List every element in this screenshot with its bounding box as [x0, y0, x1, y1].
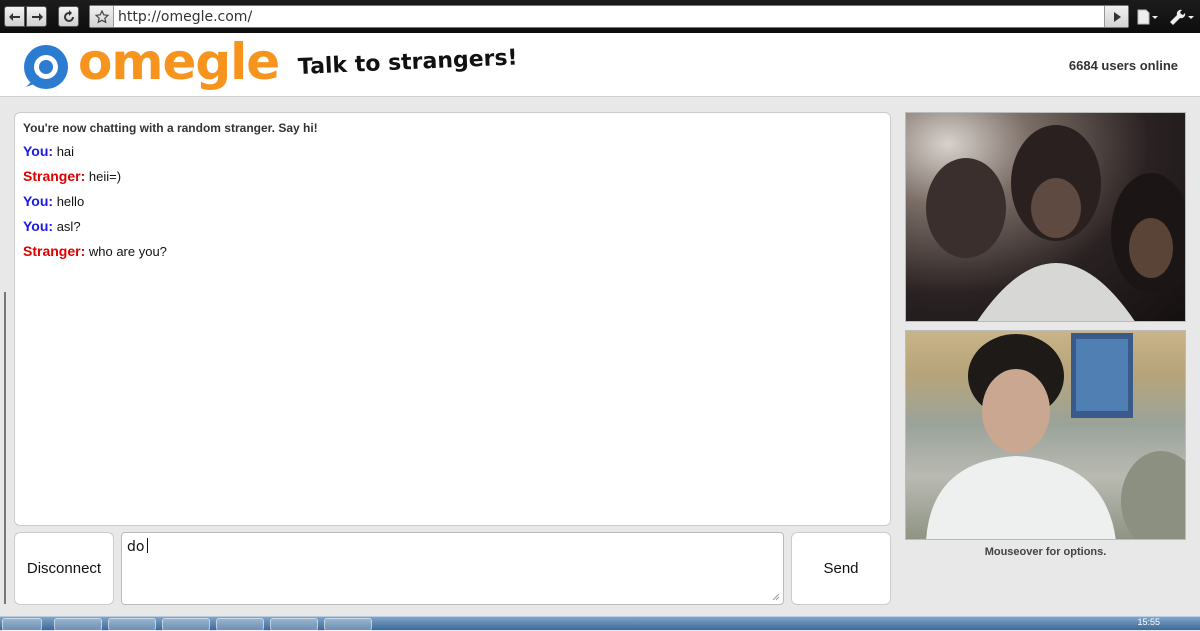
- taskbar-clock[interactable]: 15:55: [1137, 617, 1160, 627]
- go-icon: [1113, 11, 1121, 22]
- reload-button[interactable]: [58, 6, 79, 27]
- message-input[interactable]: do: [121, 532, 784, 605]
- start-button[interactable]: [2, 618, 42, 631]
- back-icon: [8, 12, 20, 21]
- go-button[interactable]: [1104, 6, 1128, 27]
- page-icon: [1137, 9, 1158, 24]
- address-bar[interactable]: http://omegle.com/: [89, 5, 1129, 28]
- text-caret: [147, 538, 149, 553]
- forward-button[interactable]: [26, 6, 47, 27]
- taskbar-item-ie[interactable]: [54, 618, 102, 631]
- stranger-video-image: [926, 125, 1185, 321]
- speaker-label: Stranger:: [23, 168, 86, 184]
- your-video[interactable]: [905, 330, 1186, 540]
- taskbar-item-messenger[interactable]: [270, 618, 318, 631]
- url-text[interactable]: http://omegle.com/: [118, 9, 252, 25]
- send-button[interactable]: Send: [791, 532, 891, 605]
- message-text: heii=): [88, 169, 122, 184]
- taskbar-item-explorer[interactable]: [108, 618, 156, 631]
- page-menu-button[interactable]: [1135, 6, 1159, 27]
- chat-message: Stranger: heii=): [23, 168, 882, 185]
- speaker-label: You:: [23, 218, 54, 234]
- reload-icon: [63, 9, 74, 22]
- chat-message: You: asl?: [23, 218, 882, 235]
- wrench-icon: [1170, 9, 1194, 25]
- omegle-logo-text[interactable]: omegle: [78, 33, 280, 91]
- taskbar-item-clock-app[interactable]: [162, 618, 210, 631]
- video-options-hint: Mouseover for options.: [984, 546, 1107, 558]
- speaker-label: You:: [23, 143, 54, 159]
- forward-icon: [31, 12, 43, 21]
- tagline: Talk to strangers!: [297, 45, 519, 80]
- chat-log[interactable]: You're now chatting with a random strang…: [14, 112, 891, 526]
- stranger-video[interactable]: [905, 112, 1186, 322]
- page-header: omegle Talk to strangers! 6684 users onl…: [0, 33, 1200, 97]
- bookmark-star-button[interactable]: [90, 6, 114, 27]
- window-edge-divider: [4, 292, 6, 604]
- browser-toolbar: http://omegle.com/: [0, 0, 1200, 33]
- message-text: hello: [56, 194, 85, 209]
- message-text: hai: [56, 144, 75, 159]
- users-online-count: 6684 users online: [1068, 58, 1178, 73]
- tools-menu-button[interactable]: [1166, 6, 1196, 27]
- omegle-logo-icon: [24, 45, 68, 89]
- speaker-label: Stranger:: [23, 243, 86, 259]
- resize-grip-icon[interactable]: [772, 593, 780, 601]
- message-text: who are you?: [88, 244, 167, 259]
- speaker-label: You:: [23, 193, 54, 209]
- message-text: asl?: [56, 219, 81, 234]
- taskbar-item-chrome[interactable]: [324, 618, 372, 631]
- message-input-value: do: [127, 539, 145, 555]
- star-icon: [94, 9, 109, 23]
- chat-message: You: hello: [23, 193, 882, 210]
- back-button[interactable]: [4, 6, 25, 27]
- chat-message: Stranger: who are you?: [23, 243, 882, 260]
- chat-message: You: hai: [23, 143, 882, 160]
- windows-taskbar: 15:55: [0, 616, 1200, 631]
- taskbar-item-folder[interactable]: [216, 618, 264, 631]
- your-video-image: [926, 333, 1185, 539]
- chat-status: You're now chatting with a random strang…: [23, 121, 318, 135]
- disconnect-button[interactable]: Disconnect: [14, 532, 114, 605]
